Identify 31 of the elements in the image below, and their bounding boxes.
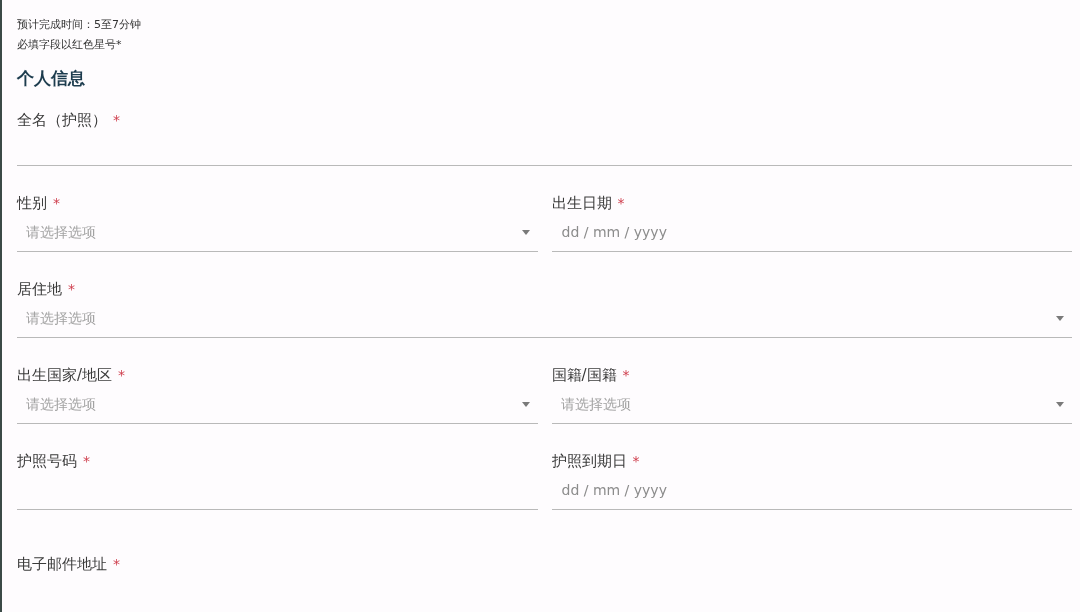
field-label: 护照到期日 [551, 451, 627, 471]
required-asterisk: * [617, 194, 625, 213]
dropdown-field[interactable]: 请选择选项 [17, 385, 538, 424]
required-asterisk: * [68, 280, 75, 299]
required-asterisk: * [622, 366, 630, 385]
caret-icon [1056, 401, 1064, 407]
field-label: 出生国家/地区 [17, 365, 113, 385]
required-asterisk: * [83, 452, 90, 471]
caret-icon [521, 229, 530, 235]
intro-text: 必填字段以红色星号* [17, 37, 122, 53]
dropdown-field[interactable]: 请选择选项 [551, 385, 1072, 424]
required-asterisk: * [53, 194, 60, 213]
required-asterisk: * [113, 555, 120, 574]
date-input-field[interactable]: dd / mm / yyyy [551, 213, 1072, 252]
dropdown-field[interactable]: 请选择选项 [17, 299, 1072, 338]
field-label: 出生日期 [551, 193, 612, 213]
field-label: 性别 [17, 193, 47, 213]
field-label: 国籍/国籍 [551, 365, 617, 385]
caret-icon [1056, 315, 1064, 321]
field-label: 居住地 [17, 279, 62, 299]
required-asterisk: * [113, 111, 120, 130]
required-asterisk: * [632, 452, 640, 471]
field-label: 全名（护照） [17, 110, 107, 130]
required-asterisk: * [118, 366, 126, 385]
intro-text: 预计完成时间：5至7分钟 [17, 17, 141, 33]
field-label: 护照号码 [17, 451, 77, 471]
section-heading: 个人信息 [17, 67, 85, 90]
date-input-field[interactable]: dd / mm / yyyy [551, 471, 1072, 510]
caret-icon [521, 401, 530, 407]
dropdown-field[interactable]: 请选择选项 [17, 213, 538, 252]
field-label: 电子邮件地址 [17, 554, 107, 574]
